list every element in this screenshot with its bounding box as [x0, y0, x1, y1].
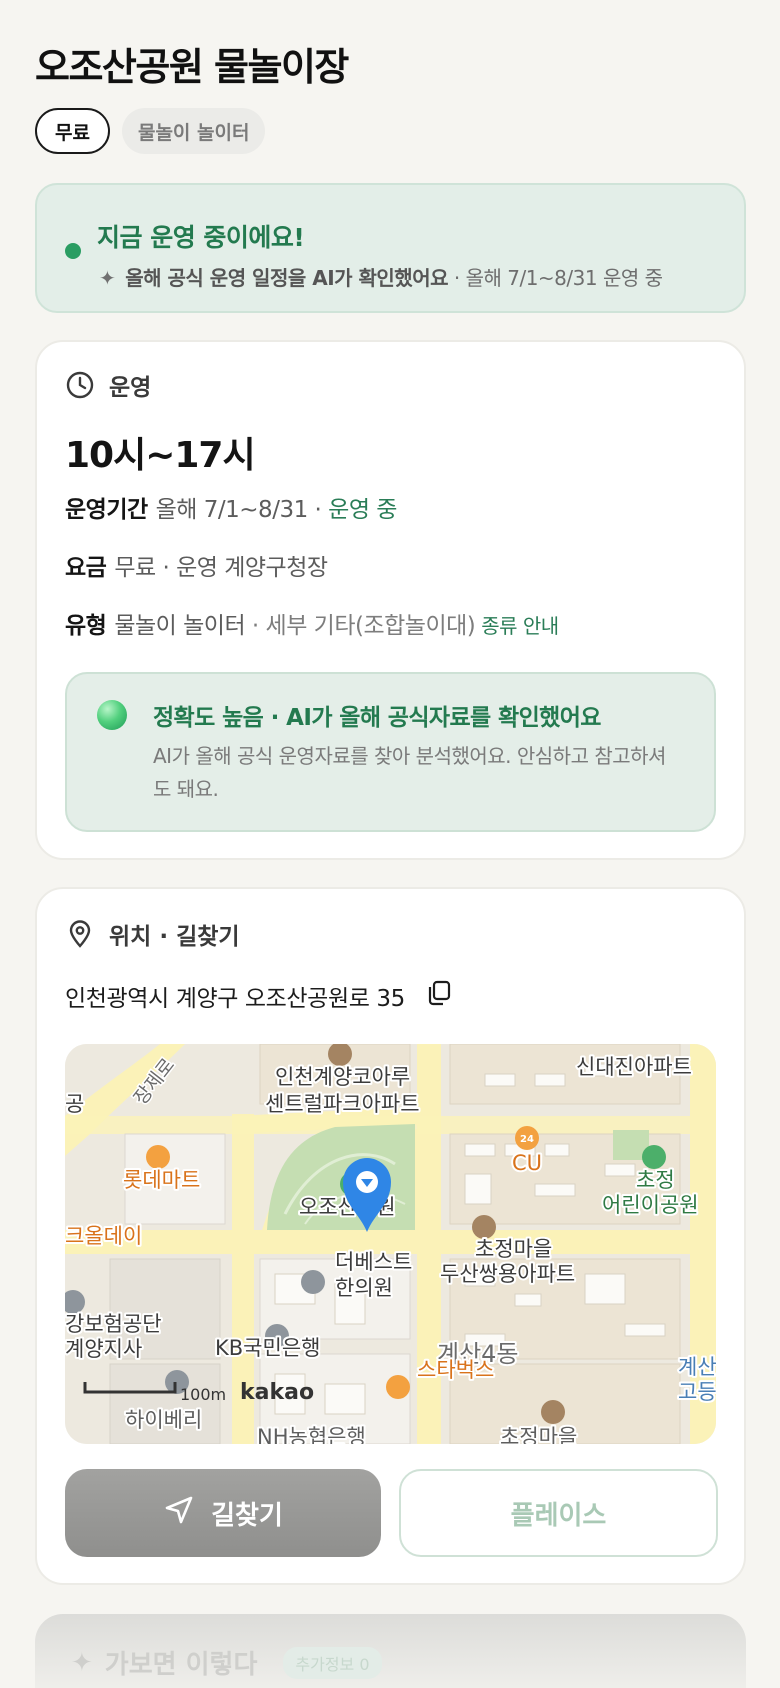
directions-label: 길찾기: [211, 1500, 283, 1531]
location-header: 위치 · 길찾기: [65, 917, 240, 951]
type-guide-link[interactable]: 종류 안내: [481, 614, 559, 638]
map-label-olday: 크올데이: [65, 1224, 142, 1248]
map-label-starbucks: 스타벅스: [417, 1358, 494, 1382]
map-scale-label: 100m: [180, 1385, 226, 1404]
copy-icon[interactable]: [425, 979, 453, 1013]
next-section-title-row: ✦ 가보면 이렇다 추가정보 0: [71, 1644, 382, 1681]
map-label-edge-b: 고등: [678, 1380, 716, 1404]
chip-category[interactable]: 물놀이 놀이터: [121, 108, 266, 154]
navigation-arrow-icon: [163, 1494, 195, 1533]
status-headline: 지금 운영 중이에요!: [97, 223, 305, 252]
map-label-lotte: 롯데마트: [123, 1168, 200, 1192]
chip-free[interactable]: 무료: [35, 108, 110, 154]
map-label-gong: 공: [65, 1092, 84, 1116]
operation-card: 운영 10시~17시 운영기간 올해 7/1~8/31 · 운영 중 요금 무료 ·…: [35, 340, 746, 860]
map-label-kb: KB국민은행: [215, 1336, 320, 1360]
next-section-title: 가보면 이렇다: [104, 1650, 258, 1680]
map-label-hi: 하이베리: [125, 1408, 202, 1432]
status-subline: ✦ 올해 공식 운영 일정을 AI가 확인했어요 · 올해 7/1~8/31 운영…: [99, 262, 663, 291]
map-label-clinic-a: 더베스트: [335, 1250, 412, 1274]
address-text: 인천광역시 계양구 오조산공원로 35: [65, 986, 405, 1012]
places-button[interactable]: 플레이스: [399, 1469, 718, 1557]
fee-key: 요금: [65, 555, 107, 581]
map-label-apt1b: 센트럴파크아파트: [265, 1092, 420, 1116]
tag-chips: 무료 물놀이 놀이터: [35, 108, 266, 154]
location-pin-icon: [65, 919, 95, 949]
fee-row: 요금 무료 · 운영 계양구청장: [65, 548, 328, 582]
map-label-chojeong2: 초정마을: [500, 1425, 577, 1444]
operating-status-banner: 지금 운영 중이에요! ✦ 올해 공식 운영 일정을 AI가 확인했어요 · 올해…: [35, 183, 746, 313]
operation-header: 운영: [65, 368, 151, 402]
location-card: 위치 · 길찾기 인천광역시 계양구 오조산공원로 35 24 인천계양코아루 …: [35, 887, 746, 1585]
ai-note: 올해 공식 운영 일정을 AI가 확인했어요: [125, 266, 448, 290]
accuracy-body: AI가 올해 공식 운영자료를 찾아 분석했어요. 안심하고 참고하셔도 돼요.: [153, 744, 666, 801]
map-label-apt3a: 초정마을: [475, 1237, 552, 1261]
map-label-apt3b: 두산쌍용아파트: [440, 1262, 575, 1286]
next-section-badge: 추가정보 0: [283, 1646, 382, 1679]
map-label-apt1a: 인천계양코아루: [275, 1065, 410, 1089]
map-label-playground-a: 초정: [636, 1168, 675, 1192]
address-row: 인천광역시 계양구 오조산공원로 35: [65, 979, 453, 1013]
sparkle-icon: ✦: [71, 1647, 93, 1678]
map-label-edge-a: 계산: [678, 1355, 716, 1379]
period-note: · 올해 7/1~8/31 운영 중: [453, 266, 663, 290]
map-view[interactable]: 24 인천계양코아루 센트럴파크아파트 신대진아파트 롯데마트 CU 오조산공원…: [65, 1044, 716, 1444]
operation-label: 운영: [109, 375, 152, 401]
clock-icon: [65, 370, 95, 400]
accuracy-title: 정확도 높음 · AI가 올해 공식자료를 확인했어요: [153, 705, 601, 731]
map-label-ins-b: 계양지사: [65, 1337, 142, 1361]
period-key: 운영기간: [65, 497, 148, 523]
type-key: 유형: [65, 613, 107, 639]
operating-hours: 10시~17시: [65, 435, 256, 476]
status-dot: [65, 243, 81, 259]
accuracy-box: 정확도 높음 · AI가 올해 공식자료를 확인했어요 AI가 올해 공식 운영…: [65, 672, 716, 832]
next-section-card: ✦ 가보면 이렇다 추가정보 0: [35, 1614, 746, 1688]
map-label-nh: NH농협은행: [257, 1425, 366, 1444]
accuracy-orb-icon: [97, 700, 127, 730]
period-row: 운영기간 올해 7/1~8/31 · 운영 중: [65, 490, 397, 524]
map-label-cu: CU: [512, 1151, 542, 1175]
map-label-apt2: 신대진아파트: [576, 1055, 692, 1079]
directions-button[interactable]: 길찾기: [65, 1469, 381, 1557]
period-value: 올해 7/1~8/31 ·: [155, 497, 322, 523]
map-label-ins-a: 강보험공단: [65, 1312, 162, 1336]
map-label-clinic-b: 한의원: [335, 1276, 393, 1300]
map-label-cu-badge: 24: [520, 1134, 534, 1145]
sparkle-icon: ✦: [99, 266, 116, 290]
page-title: 오조산공원 물놀이장: [35, 45, 349, 89]
map-label-playground-b: 어린이공원: [602, 1193, 699, 1217]
fee-value: 무료 · 운영 계양구청장: [114, 555, 328, 581]
location-label: 위치 · 길찾기: [109, 924, 240, 950]
type-value: 물놀이 놀이터: [114, 613, 246, 639]
type-row: 유형 물놀이 놀이터 · 세부 기타(조합놀이대) 종류 안내: [65, 606, 559, 640]
period-status: 운영 중: [328, 497, 397, 523]
map-brand-logo: kakao: [240, 1380, 314, 1405]
type-detail: · 세부 기타(조합놀이대): [251, 613, 476, 639]
